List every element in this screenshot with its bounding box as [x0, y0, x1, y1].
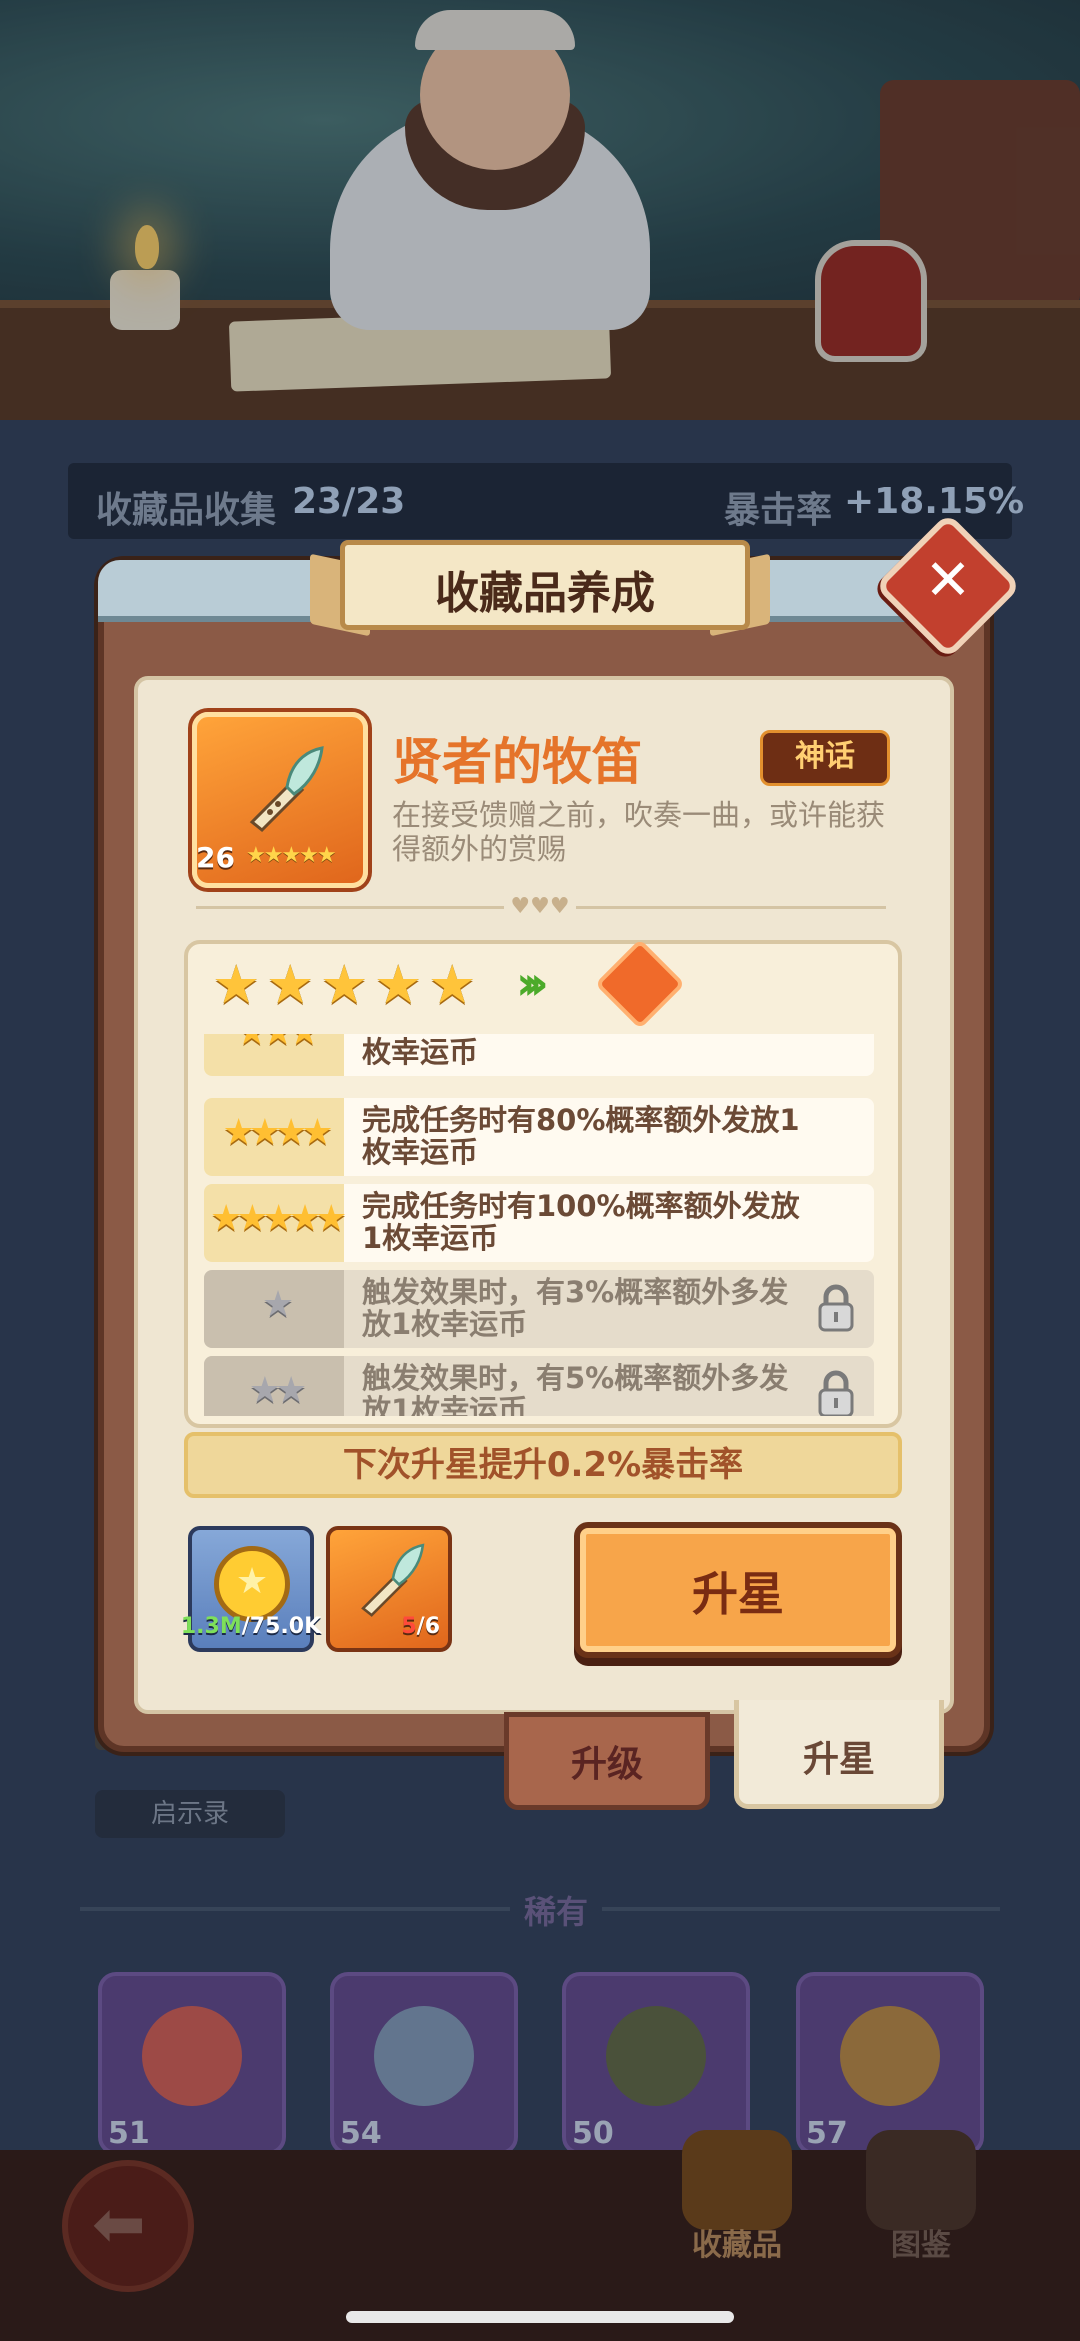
item-cost-amount: 5/6: [326, 1614, 440, 1639]
item-owned: 5: [401, 1614, 417, 1639]
lightning-book-icon: [142, 2006, 242, 2106]
row-star-badge: ★★★★: [204, 1098, 344, 1176]
collection-progress-bar: 收藏品收集 23/23 暴击率 +18.15%: [68, 463, 1024, 539]
list-item: ★★ 触发效果时，有5%概率额外多发放1枚幸运币: [204, 1356, 874, 1416]
rarity-section-header: 稀有: [0, 1885, 1080, 1935]
divider-heart-icon: ♥♥♥: [504, 894, 576, 920]
golden-feather-icon: [840, 2006, 940, 2106]
item-required: /6: [416, 1614, 440, 1639]
modal-title-banner: 收藏品养成: [340, 540, 750, 630]
coin-cost-amount: 1.3M/75.0K: [178, 1614, 324, 1639]
lucky-coin-icon: ★: [214, 1546, 290, 1622]
next-upgrade-bonus: 下次升星提升0.2%暴击率: [184, 1432, 902, 1498]
home-indicator[interactable]: [346, 2311, 734, 2323]
star-up-button-label: 升星: [692, 1567, 784, 1621]
card-level: 57: [806, 2116, 848, 2151]
ice-dagger-icon: [374, 2006, 474, 2106]
back-button[interactable]: ⬅: [62, 2160, 194, 2292]
list-item: ★★★★ 完成任务时有80%概率额外发放1枚幸运币: [204, 1098, 874, 1176]
tab-star-up-label: 升星: [802, 1739, 875, 1780]
card-level: 51: [108, 2116, 150, 2151]
lock-icon: [818, 1370, 854, 1416]
row-star-badge: ★: [204, 1270, 344, 1348]
item-level: 26: [196, 841, 235, 874]
star-up-button[interactable]: 升星: [574, 1522, 902, 1658]
collection-label: 收藏品收集: [96, 490, 277, 531]
row-stars-icon: ★★★★★: [210, 1198, 347, 1239]
row-stars-icon: ★★★: [210, 1034, 340, 1053]
coin-owned: 1.3M: [180, 1614, 242, 1639]
row-stars-icon: ★★★★: [222, 1112, 333, 1153]
row-star-badge: ★★★★★: [204, 1184, 347, 1262]
tab-star-up[interactable]: 升星: [734, 1700, 944, 1809]
modal-title: 收藏品养成: [435, 568, 655, 619]
tab-level-up[interactable]: 升级: [504, 1712, 710, 1810]
item-star-rating: ★★★★★: [246, 843, 337, 868]
effect-text: 完成任务时有100%概率额外发放1枚幸运币: [362, 1189, 800, 1255]
back-arrow-icon: ⬅: [92, 2188, 146, 2262]
crit-rate-value: +18.15%: [844, 481, 1025, 522]
effect-text: 完成任务时有80%概率额外发放1枚幸运币: [362, 1103, 800, 1169]
coin-required: /75.0K: [241, 1614, 322, 1639]
nav-collectibles[interactable]: 收藏品: [662, 2130, 802, 2270]
nav-codex-label: 图鉴: [891, 2228, 951, 2263]
row-stars-icon: ★★: [248, 1370, 308, 1411]
nav-codex[interactable]: 图鉴: [846, 2130, 986, 2270]
item-name: 贤者的牧笛: [392, 733, 642, 791]
collectible-card[interactable]: 51: [98, 1972, 286, 2155]
collection-count: 23/23: [292, 481, 406, 522]
effect-text: 完成任务时有60%概率额外发放1枚幸运币: [362, 1034, 800, 1069]
vine-ring-icon: [606, 2006, 706, 2106]
scene-dim-overlay: [0, 0, 1080, 420]
list-item: ★ 触发效果时，有3%概率额外多发放1枚幸运币: [204, 1270, 874, 1348]
flute-feather-icon: [361, 1543, 425, 1617]
row-star-badge: ★★★: [204, 1034, 344, 1076]
flute-feather-icon: [249, 746, 324, 833]
collectible-name-apocalypse: 启示录: [95, 1790, 285, 1838]
list-item: ★★★ 完成任务时有60%概率额外发放1枚幸运币: [204, 1034, 874, 1076]
collectible-card[interactable]: 54: [330, 1972, 518, 2155]
rarity-label: 稀有: [510, 1887, 603, 1933]
star-icon: ★: [266, 953, 315, 1016]
collectible-card[interactable]: 57: [796, 1972, 984, 2155]
rarity-badge: 神话: [760, 730, 890, 786]
star-icon: ★: [212, 953, 261, 1016]
collectibles-icon: [682, 2130, 792, 2230]
tab-level-up-label: 升级: [570, 1744, 643, 1785]
collectible-card[interactable]: 50: [562, 1972, 750, 2155]
star-icon: ★: [428, 953, 477, 1016]
close-icon[interactable]: ✕: [896, 548, 1000, 613]
star-effects-list[interactable]: ★★★ 完成任务时有60%概率额外发放1枚幸运币 ★★★★ 完成任务时有80%概…: [200, 1034, 878, 1416]
lock-icon: [818, 1284, 854, 1332]
card-level: 50: [572, 2116, 614, 2151]
next-tier-arrow-icon: ›››: [516, 956, 549, 1010]
star-icon: ★: [374, 953, 423, 1016]
list-item: ★★★★★ 完成任务时有100%概率额外发放1枚幸运币: [204, 1184, 874, 1262]
row-stars-icon: ★: [261, 1284, 294, 1325]
card-level: 54: [340, 2116, 382, 2151]
effect-text: 触发效果时，有3%概率额外多发放1枚幸运币: [362, 1275, 789, 1341]
item-description: 在接受馈赠之前，吹奏一曲，或许能获得额外的赏赐: [392, 798, 886, 866]
nav-collectibles-label: 收藏品: [692, 2228, 782, 2263]
crit-rate-label: 暴击率: [724, 490, 833, 531]
effect-text: 触发效果时，有5%概率额外多发放1枚幸运币: [362, 1361, 789, 1416]
hero-illustration: [0, 0, 1080, 420]
book-icon: [866, 2130, 976, 2230]
row-star-badge: ★★: [204, 1356, 344, 1416]
star-icon: ★: [320, 953, 369, 1016]
